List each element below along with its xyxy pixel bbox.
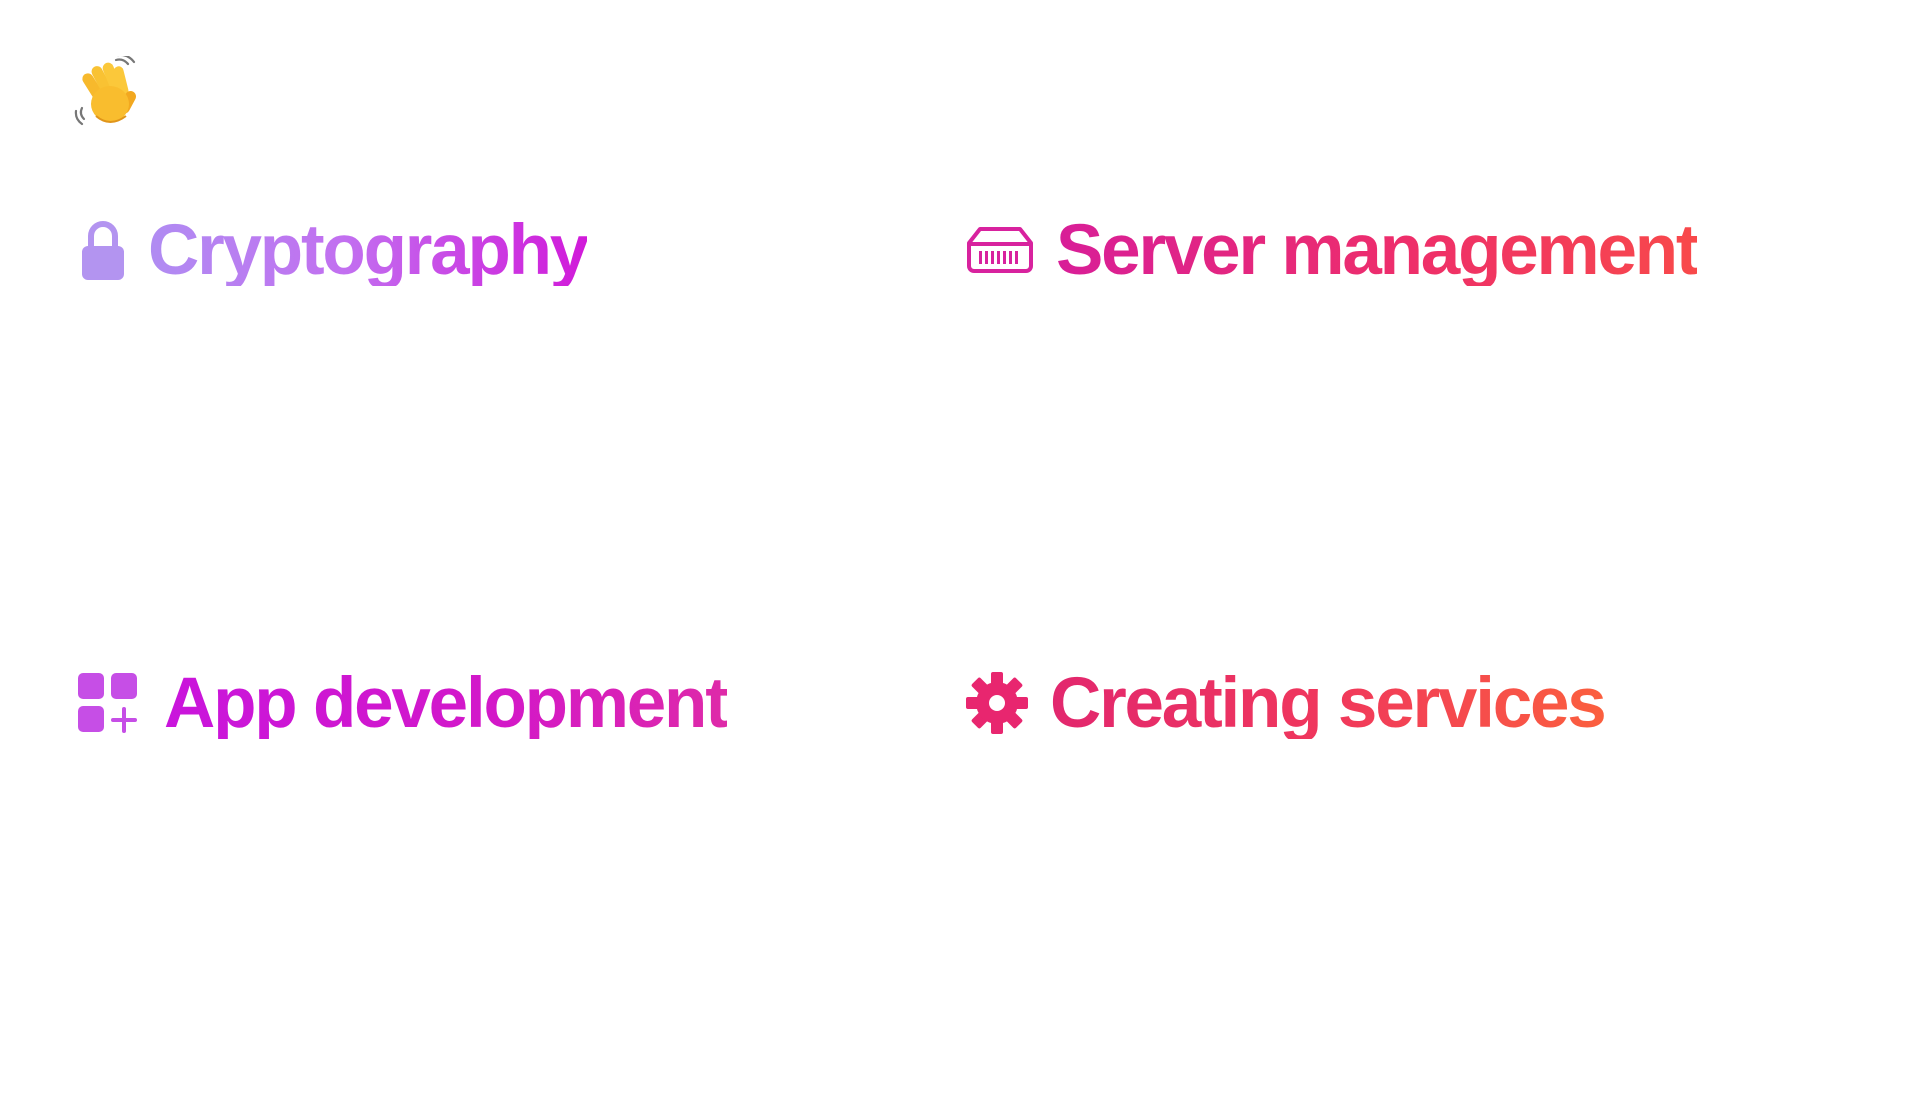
feature-app-development: App development [78,658,729,748]
feature-creating-services: Creating services [966,658,1607,748]
feature-label: App development [164,663,729,743]
server-rack-icon [966,226,1034,274]
feature-label: Cryptography [148,210,589,290]
feature-label: Creating services [1050,663,1607,743]
feature-server-management: Server management [966,205,1700,295]
gear-icon [966,672,1028,734]
app-grid-plus-icon [78,673,138,733]
page: Cryptography Server management App devel… [0,0,1920,1106]
feature-label: Server management [1056,210,1700,290]
waving-hand-icon [74,56,148,130]
lock-icon [78,218,128,282]
feature-cryptography: Cryptography [78,205,589,295]
